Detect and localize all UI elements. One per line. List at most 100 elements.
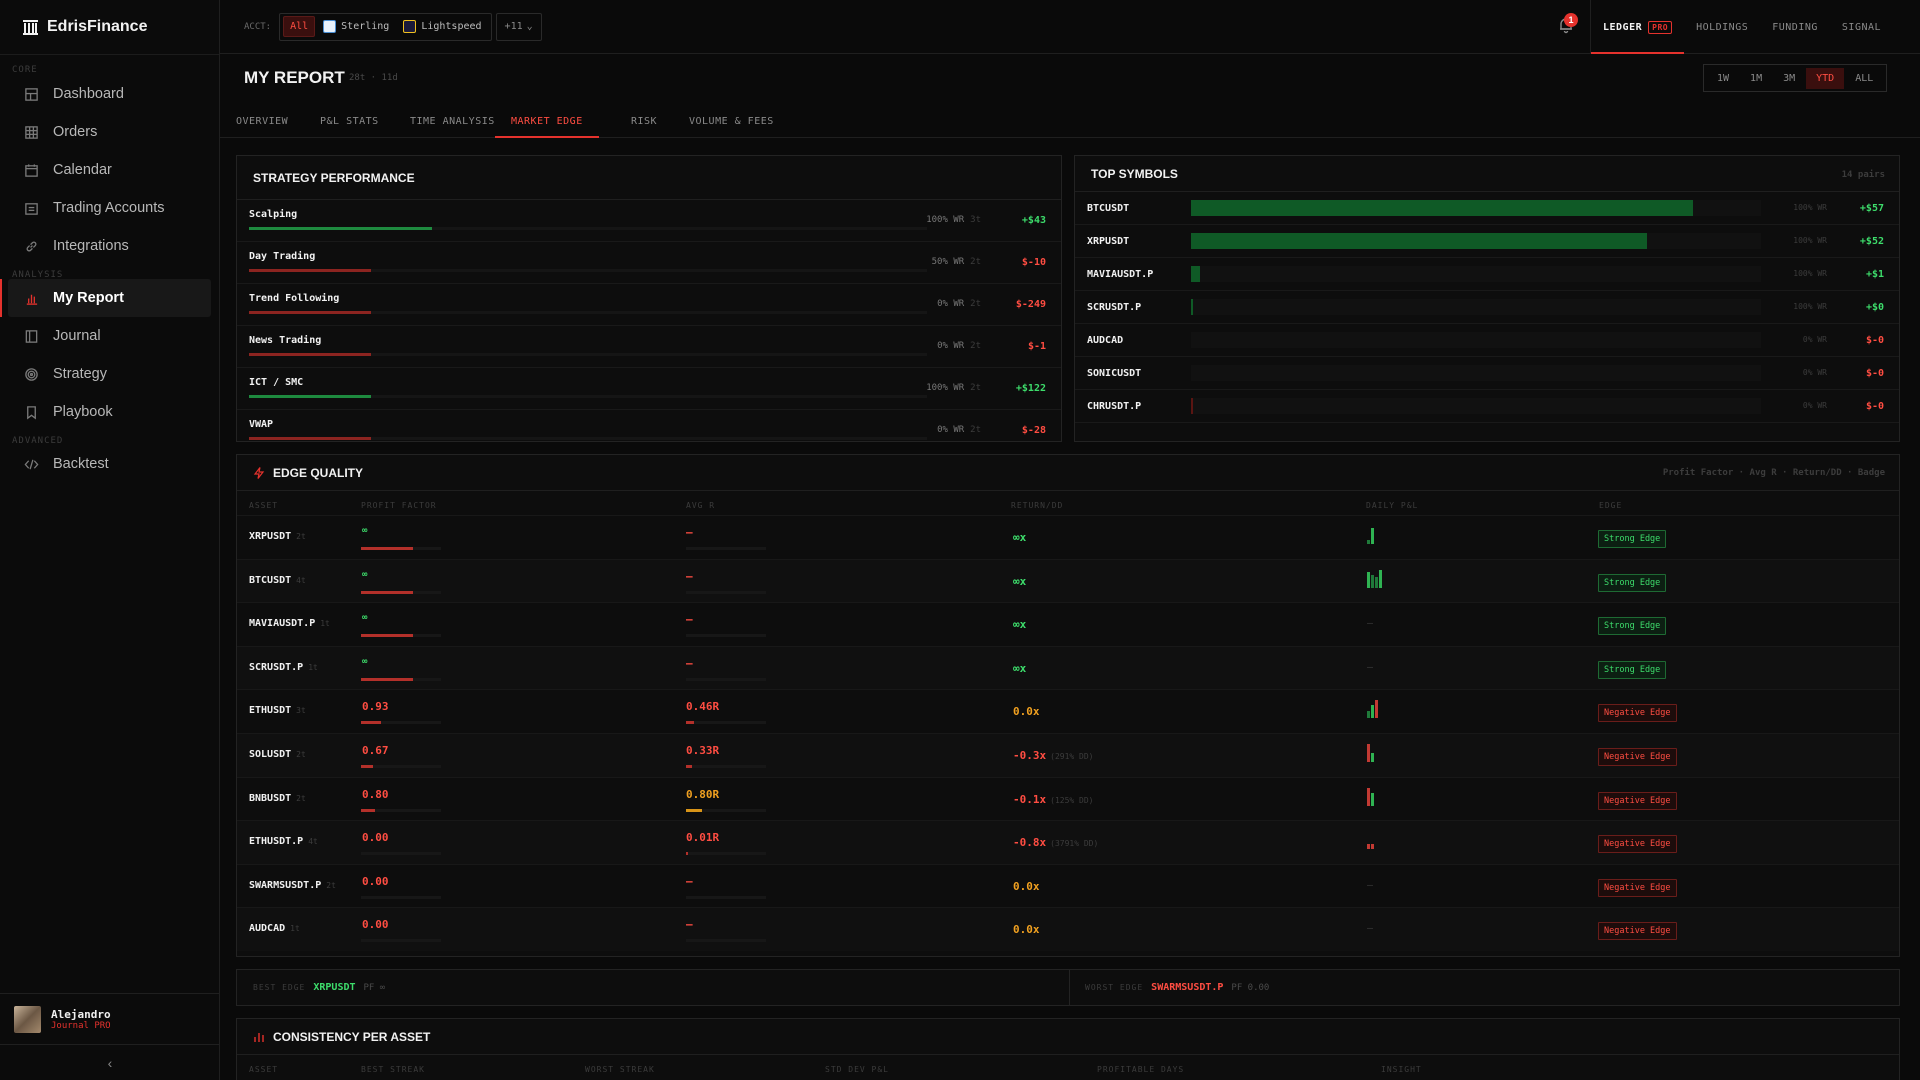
avg-r-value: 0.80R [686, 787, 720, 801]
asset-symbol: SOLUSDT [249, 749, 292, 760]
profit-factor-fill [361, 547, 413, 550]
symbol-row[interactable]: XRPUSDT 100% WR +$52 [1075, 225, 1899, 258]
column-header-avg-r: AVG R [686, 501, 716, 510]
symbol-pnl: +$57 [1859, 203, 1884, 214]
strategy-row[interactable]: News Trading 0% WR 2t $-1 [237, 326, 1061, 368]
lightning-icon [253, 466, 265, 479]
avg-r-track [686, 547, 766, 550]
table-row[interactable]: XRPUSDT 2t ∞ — ∞x Strong Edge [237, 515, 1899, 559]
worst-edge-asset[interactable]: SWARMSUSDT.P [1151, 982, 1223, 993]
range-ytd[interactable]: YTD [1806, 67, 1845, 89]
symbol-row[interactable]: MAVIAUSDT.P 100% WR +$1 [1075, 258, 1899, 291]
table-row[interactable]: ETHUSDT 3t 0.93 0.46R 0.0x Negative Edge [237, 689, 1899, 733]
asset-trade-count: 2t [296, 793, 306, 803]
tab-risk[interactable]: RISK [631, 104, 657, 138]
tab-pnl-stats[interactable]: P&L STATS [320, 104, 379, 138]
account-chip-sterling[interactable]: Sterling [317, 16, 395, 37]
profit-factor-fill [361, 765, 373, 768]
table-row[interactable]: SWARMSUSDT.P 2t 0.00 — 0.0x – Negative Edge [237, 863, 1899, 908]
sidebar-item-orders[interactable]: Orders [8, 113, 211, 151]
columns-logo-icon [23, 19, 38, 35]
account-chip-lightspeed[interactable]: Lightspeed [397, 16, 487, 37]
top-nav-funding[interactable]: FUNDING [1760, 0, 1830, 54]
more-accounts-dropdown[interactable]: +11 ⌄ [495, 12, 542, 41]
top-nav-signal[interactable]: SIGNAL [1830, 0, 1893, 54]
symbol-row[interactable]: SCRUSDT.P 100% WR +$0 [1075, 291, 1899, 324]
account-chip-all[interactable]: All [283, 16, 316, 37]
daily-pnl-bar [1371, 528, 1374, 544]
sidebar-item-trading-accounts[interactable]: Trading Accounts [8, 189, 211, 227]
top-nav-ledger[interactable]: LEDGER PRO [1591, 0, 1684, 54]
sidebar-item-dashboard[interactable]: Dashboard [8, 75, 211, 113]
return-dd-value: ∞x [1013, 575, 1026, 588]
symbol-name: MAVIAUSDT.P [1087, 269, 1154, 280]
sterling-logo-icon [323, 20, 337, 33]
daily-pnl-bar [1367, 844, 1370, 850]
edge-badge: Negative Edge [1598, 704, 1677, 723]
top-nav-holdings[interactable]: HOLDINGS [1684, 0, 1760, 54]
tab-market-edge[interactable]: MARKET EDGE [495, 104, 599, 138]
symbol-row[interactable]: SONICUSDT 0% WR $-0 [1075, 357, 1899, 390]
asset-name: XRPUSDT 2t [249, 531, 306, 542]
strategy-row[interactable]: Trend Following 0% WR 2t $-249 [237, 284, 1061, 326]
panel-title: STRATEGY PERFORMANCE [237, 156, 1061, 200]
strategy-row[interactable]: VWAP 0% WR 2t $-28 [237, 410, 1061, 441]
return-dd-ratio: 0.0x [1013, 705, 1040, 719]
asset-symbol: AUDCAD [249, 923, 286, 935]
daily-pnl-sparkline [1367, 786, 1407, 812]
sidebar-item-integrations[interactable]: Integrations [8, 227, 211, 265]
tab-overview[interactable]: OVERVIEW [236, 104, 288, 138]
strategy-bar [249, 395, 372, 398]
table-row[interactable]: AUDCAD 1t 0.00 — 0.0x – Negative Edge [237, 907, 1899, 952]
return-dd-ratio: -0.1x [1013, 792, 1047, 806]
table-row[interactable]: ETHUSDT.P 4t 0.00 0.01R -0.8x (3791% DD) Negat… [237, 820, 1899, 865]
table-row[interactable]: SOLUSDT 2t 0.67 0.33R -0.3x (291% DD) Negative… [237, 733, 1899, 777]
avg-r-track [686, 721, 766, 725]
table-row[interactable]: BNBUSDT 2t 0.80 0.80R -0.1x (125% DD) Negative… [237, 776, 1899, 821]
range-all[interactable]: ALL [1845, 68, 1883, 89]
edge-quality-table: XRPUSDT 2t ∞ — ∞x Strong Edge BTCUSDT 4t ∞ — ∞x Str… [237, 515, 1899, 956]
profit-factor-value: 0.93 [362, 700, 389, 714]
top-nav-label: LEDGER [1603, 21, 1643, 33]
strategy-row[interactable]: ICT / SMC 100% WR 2t +$122 [237, 368, 1061, 410]
sidebar-item-backtest[interactable]: Backtest [8, 445, 211, 483]
sidebar-item-playbook[interactable]: Playbook [8, 393, 211, 431]
symbol-row[interactable]: CHRUSDT.P 0% WR $-0 [1075, 390, 1899, 423]
strategy-row[interactable]: Day Trading 50% WR 2t $-10 [237, 242, 1061, 284]
column-header-daily-pnl: DAILY P&L [1366, 501, 1419, 510]
strategy-trade-count: 2t [970, 299, 981, 309]
user-name: Alejandro [51, 1007, 111, 1021]
range-1m[interactable]: 1M [1740, 68, 1772, 89]
avg-r-value: 0.46R [686, 700, 720, 714]
table-row[interactable]: SCRUSDT.P 1t ∞ — ∞x – Strong Edge [237, 645, 1899, 690]
sidebar-item-journal[interactable]: Journal [8, 317, 211, 355]
sidebar-item-my-report[interactable]: My Report [0, 279, 211, 317]
symbol-bar [1191, 398, 1193, 414]
profit-factor-value: 0.00 [362, 831, 389, 845]
table-row[interactable]: MAVIAUSDT.P 1t ∞ — ∞x – Strong Edge [237, 602, 1899, 646]
profit-factor-track [361, 895, 441, 899]
range-1w[interactable]: 1W [1707, 68, 1739, 89]
tab-time-analysis[interactable]: TIME ANALYSIS [410, 104, 495, 138]
tab-volume-fees[interactable]: VOLUME & FEES [689, 104, 774, 138]
symbol-win-rate: 0% WR [1802, 335, 1827, 344]
user-profile[interactable]: Alejandro Journal PRO [0, 993, 220, 1044]
strategy-name: ICT / SMC [249, 377, 304, 388]
symbol-row[interactable]: BTCUSDT 100% WR +$57 [1075, 192, 1899, 225]
table-row[interactable]: BTCUSDT 4t ∞ — ∞x Strong Edge [237, 558, 1899, 603]
avg-r-track [686, 634, 766, 638]
profit-factor-fill [361, 590, 413, 594]
brand-logo[interactable]: EdrisFinance [0, 0, 219, 55]
avg-r-value: — [686, 569, 693, 583]
symbol-row[interactable]: AUDCAD 0% WR $-0 [1075, 324, 1899, 357]
best-edge-asset[interactable]: XRPUSDT [313, 982, 355, 993]
edge-legend: Profit Factor · Avg R · Return/DD · Badg… [1662, 468, 1885, 478]
strategy-pnl: $-249 [1015, 299, 1046, 310]
sidebar-item-strategy[interactable]: Strategy [8, 355, 211, 393]
return-dd-value: ∞x [1013, 662, 1026, 675]
range-3m[interactable]: 3M [1773, 68, 1805, 89]
collapse-sidebar-button[interactable]: ‹ [0, 1044, 220, 1080]
sidebar: EdrisFinance CORE Dashboard Orders Calen… [0, 0, 220, 1080]
strategy-row[interactable]: Scalping 100% WR 3t +$43 [237, 200, 1061, 242]
sidebar-item-calendar[interactable]: Calendar [8, 151, 211, 189]
